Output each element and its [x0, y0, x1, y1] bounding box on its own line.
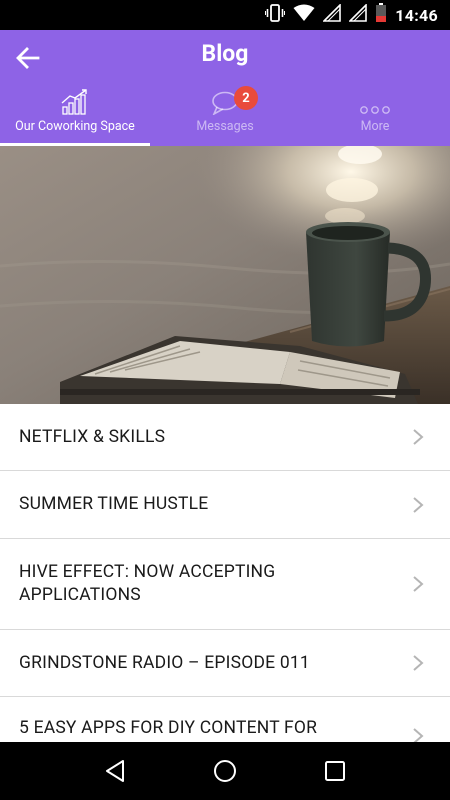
tab-label: Our Coworking Space [15, 119, 135, 134]
wifi-icon [293, 4, 315, 26]
tab-more[interactable]: More [300, 88, 450, 146]
tab-bar: Our Coworking Space Messages More 2 [0, 86, 450, 146]
signal-icon [348, 3, 368, 26]
list-item[interactable]: HIVE EFFECT: NOW ACCEPTING APPLICATIONS [0, 539, 450, 630]
tab-label: More [360, 119, 390, 134]
page-title: Blog [201, 40, 249, 67]
blog-post-list: NETFLIX & SKILLS SUMMER TIME HUSTLE HIVE… [0, 404, 450, 742]
status-time: 14:46 [395, 5, 438, 25]
tab-messages[interactable]: Messages [150, 88, 300, 146]
nav-home-button[interactable] [201, 747, 249, 795]
battery-icon [375, 3, 387, 27]
nav-recents-button[interactable] [311, 747, 359, 795]
hero-image [0, 146, 450, 404]
status-bar: 14:46 [0, 0, 450, 30]
post-title: NETFLIX & SKILLS [19, 426, 166, 447]
post-title: HIVE EFFECT: NOW ACCEPTING APPLICATIONS [19, 562, 276, 605]
tab-label: Messages [196, 119, 254, 134]
chevron-right-icon [413, 728, 424, 742]
signal-icon [322, 3, 342, 26]
messages-badge: 2 [234, 86, 258, 110]
coffee-book-photo [0, 146, 450, 404]
status-icons: 14:46 [265, 0, 438, 30]
back-triangle-icon [106, 760, 124, 782]
list-item[interactable]: SUMMER TIME HUSTLE [0, 471, 450, 539]
tab-our-coworking-space[interactable]: Our Coworking Space [0, 88, 150, 146]
chevron-right-icon [413, 429, 424, 445]
list-item[interactable]: 5 EASY APPS FOR DIY CONTENT FOR [0, 697, 450, 742]
post-title: SUMMER TIME HUSTLE [19, 494, 209, 514]
bar-chart-icon [61, 88, 89, 115]
more-dots-icon [360, 88, 390, 115]
vibrate-icon [265, 4, 286, 26]
list-item[interactable]: GRINDSTONE RADIO – EPISODE 011 [0, 630, 450, 697]
recents-square-icon [325, 761, 345, 781]
chevron-right-icon [413, 655, 424, 671]
system-nav-bar [0, 742, 450, 800]
app-bar: Blog Our Coworking Space Messages More 2 [0, 30, 450, 146]
nav-back-button[interactable] [91, 747, 139, 795]
post-title: GRINDSTONE RADIO – EPISODE 011 [19, 652, 310, 673]
chevron-right-icon [413, 576, 424, 592]
post-title: 5 EASY APPS FOR DIY CONTENT FOR [19, 718, 318, 738]
chevron-right-icon [413, 496, 424, 513]
list-item[interactable]: NETFLIX & SKILLS [0, 404, 450, 471]
home-circle-icon [214, 760, 236, 782]
